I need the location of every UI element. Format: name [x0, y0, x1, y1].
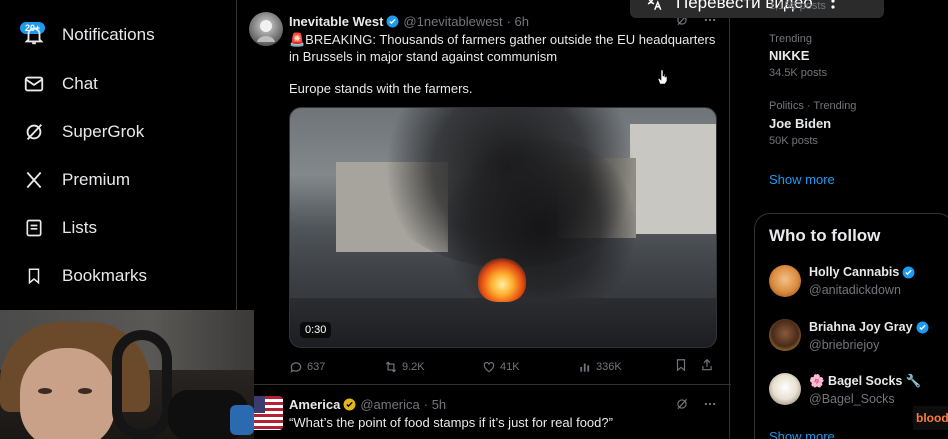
tweet-inevitable-west[interactable]: Inevitable West @1nevitablewest · 6h 🚨BR…: [237, 0, 731, 385]
bookmark-icon[interactable]: [674, 358, 688, 375]
follow-display-name: 🌸 Bagel Socks 🔧: [809, 374, 922, 388]
webcam-eye: [78, 388, 92, 394]
stream-overlay-label: blood: [913, 406, 948, 430]
verified-badge-icon: [902, 266, 915, 278]
crowd: [290, 298, 716, 347]
headset: [112, 330, 172, 439]
author-handle[interactable]: @america: [360, 397, 419, 412]
avatar[interactable]: [249, 12, 283, 46]
heart-icon: [483, 361, 495, 372]
repost-button[interactable]: 9.2K: [384, 360, 482, 374]
bookmark-icon: [22, 264, 46, 288]
share-icon[interactable]: [700, 358, 714, 375]
verified-badge-icon: [386, 15, 399, 28]
trend-count: 1,158 posts: [769, 0, 826, 12]
nav-item-bookmarks[interactable]: Bookmarks: [22, 259, 147, 293]
grok-icon: [22, 120, 46, 144]
tweet-time[interactable]: · 6h: [507, 14, 529, 29]
like-count: 41K: [500, 360, 520, 373]
nav-label: Premium: [62, 170, 131, 189]
follow-show-more-link[interactable]: Show more: [769, 429, 835, 439]
views-button[interactable]: 336K: [578, 360, 674, 374]
nav-item-lists[interactable]: Lists: [22, 211, 97, 245]
tweet-header: America @america · 5h: [289, 397, 446, 412]
author-handle[interactable]: @1nevitablewest: [403, 14, 502, 29]
author-name[interactable]: Inevitable West: [289, 14, 383, 29]
tweet-top-icons: [675, 397, 717, 414]
author-name[interactable]: America: [289, 397, 340, 412]
avatar[interactable]: [769, 265, 801, 297]
avatar[interactable]: [769, 319, 801, 351]
trend-name: NIKKE: [769, 48, 810, 63]
repost-icon: [385, 361, 397, 372]
more-icon[interactable]: [703, 397, 717, 414]
tweet-header: Inevitable West @1nevitablewest · 6h: [289, 14, 529, 29]
follow-handle: @Bagel_Socks: [809, 392, 895, 406]
nav-item-notifications[interactable]: Notifications: [22, 18, 155, 52]
trend-count: 34.5K posts: [769, 67, 828, 79]
trend-context: Trending: [769, 33, 813, 45]
nav-item-chat[interactable]: Chat: [22, 67, 98, 101]
tweet-america[interactable]: America @america · 5h “What’s the point …: [237, 386, 731, 439]
nav-item-supergrok[interactable]: SuperGrok: [22, 115, 144, 149]
streamer-webcam: [0, 310, 254, 439]
avatar[interactable]: [769, 373, 801, 405]
mouse-cursor-icon: [657, 70, 667, 84]
like-button[interactable]: 41K: [482, 360, 578, 374]
trend-name: Joe Biden: [769, 116, 832, 131]
verified-gold-badge-icon: [343, 398, 356, 411]
reply-icon: [290, 361, 302, 373]
follow-name: 🌸 Bagel Socks 🔧: [809, 374, 921, 389]
video-duration: 0:30: [300, 322, 332, 338]
tweet-video[interactable]: 0:30: [289, 107, 717, 348]
tweet-text: 🚨BREAKING: Thousands of farmers gather o…: [289, 32, 716, 64]
follow-display-name: Briahna Joy Gray: [809, 320, 913, 334]
smoke: [440, 138, 640, 318]
nav-label: SuperGrok: [62, 122, 145, 141]
nav-label: Bookmarks: [62, 266, 148, 285]
trend-context: Politics · Trending: [769, 100, 857, 112]
nav-label: Chat: [62, 74, 98, 93]
list-icon: [22, 216, 46, 240]
grok-icon[interactable]: [675, 397, 689, 414]
webcam-eye: [38, 388, 52, 394]
nav-item-premium[interactable]: Premium: [22, 163, 130, 197]
nav-label: Lists: [62, 218, 97, 237]
tweet-text: “What’s the point of food stamps if it’s…: [289, 415, 613, 430]
follow-display-name: Holly Cannabis: [809, 265, 900, 279]
follow-name: Holly Cannabis: [809, 265, 915, 279]
trends-show-more-link[interactable]: Show more: [769, 172, 835, 187]
reply-button[interactable]: 637: [289, 360, 384, 374]
nav-label: Notifications: [62, 25, 155, 44]
bell-icon: [22, 23, 46, 47]
tweet-text-2: Europe stands with the farmers.: [289, 81, 473, 96]
translate-icon: [647, 0, 662, 11]
webcam-face: [20, 348, 115, 439]
avatar[interactable]: [249, 396, 283, 430]
follow-name: Briahna Joy Gray: [809, 320, 929, 334]
fire: [478, 258, 526, 302]
repost-count: 9.2K: [402, 360, 425, 373]
tweet-actions: 637 9.2K 41K 336K: [289, 358, 717, 375]
reply-count: 637: [307, 360, 326, 373]
views-icon: [580, 363, 590, 372]
follow-handle: @anitadickdown: [809, 283, 901, 297]
tweet-time[interactable]: · 5h: [424, 397, 446, 412]
x-logo-icon: [22, 168, 46, 192]
trend-count: 50K posts: [769, 135, 818, 147]
timeline-feed: Inevitable West @1nevitablewest · 6h 🚨BR…: [236, 0, 884, 439]
verified-badge-icon: [916, 321, 928, 333]
follow-handle: @briebriejoy: [809, 338, 880, 352]
microphone-light: [230, 405, 254, 435]
view-count: 336K: [596, 360, 622, 373]
right-sidebar: 1,158 posts Trending NIKKE 34.5K posts P…: [754, 0, 948, 439]
mail-icon: [22, 72, 46, 96]
who-to-follow-title: Who to follow: [769, 226, 881, 245]
